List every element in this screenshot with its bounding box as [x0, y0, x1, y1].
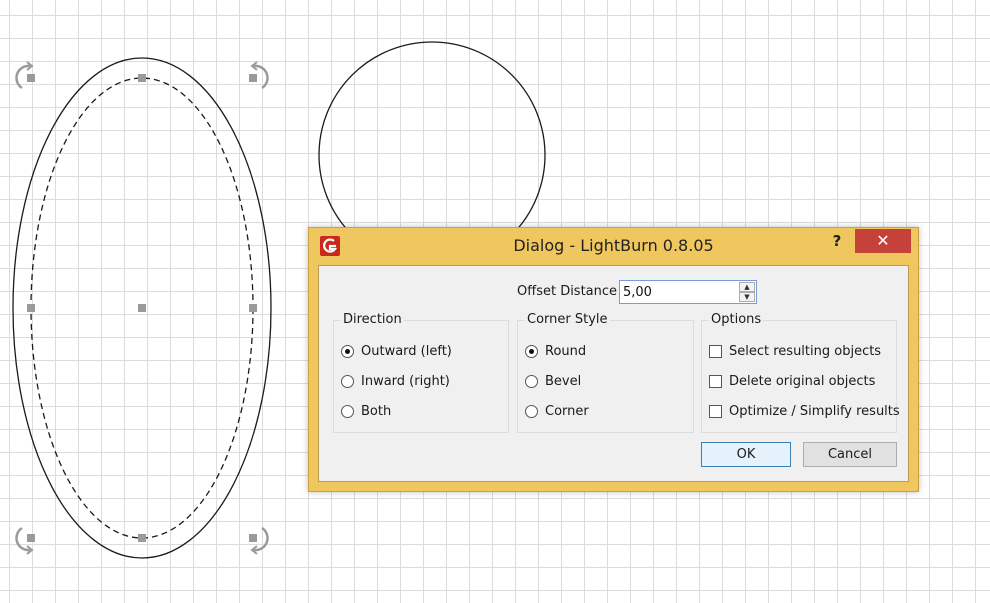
rotate-handle-icon[interactable] [15, 61, 35, 90]
spin-up-icon[interactable]: ▲ [739, 282, 755, 292]
checkbox-label: Select resulting objects [729, 344, 882, 359]
offset-distance-label: Offset Distance [517, 284, 618, 299]
checkbox-label: Optimize / Simplify results [729, 404, 900, 419]
direction-group: Direction Outward (left) Inward (right) … [333, 312, 509, 433]
checkbox[interactable] [709, 405, 722, 418]
resize-handle-icon[interactable] [138, 74, 146, 82]
radio-button[interactable] [341, 405, 354, 418]
rotate-handle-icon[interactable] [249, 61, 269, 90]
radio-button[interactable] [525, 405, 538, 418]
help-button[interactable]: ? [823, 232, 851, 254]
cancel-button[interactable]: Cancel [803, 442, 897, 467]
offset-distance-input[interactable] [620, 281, 738, 303]
radio-label: Bevel [545, 374, 582, 389]
offset-dialog: Dialog - LightBurn 0.8.05 ? ✕ Offset Dis… [308, 227, 919, 492]
direction-group-title: Direction [341, 312, 404, 327]
radio-button[interactable] [341, 375, 354, 388]
radio-label: Both [361, 404, 392, 419]
checkbox[interactable] [709, 345, 722, 358]
radio-label: Inward (right) [361, 374, 450, 389]
radio-button[interactable] [525, 375, 538, 388]
spin-down-icon[interactable]: ▼ [739, 292, 755, 302]
radio-button[interactable] [341, 345, 354, 358]
resize-handle-icon[interactable] [249, 304, 257, 312]
radio-label: Outward (left) [361, 344, 452, 359]
options-group: Options Select resulting objects Delete … [701, 312, 900, 433]
corner-style-group: Corner Style Round Bevel Corner [517, 312, 694, 433]
checkbox-label: Delete original objects [729, 374, 876, 389]
radio-label: Round [545, 344, 587, 359]
offset-distance-spinbox[interactable]: ▲ ▼ [619, 280, 757, 304]
resize-handle-icon[interactable] [27, 304, 35, 312]
radio-label: Corner [545, 404, 589, 419]
ok-button[interactable]: OK [701, 442, 791, 467]
resize-handle-icon[interactable] [138, 304, 146, 312]
rotate-handle-icon[interactable] [249, 526, 269, 555]
close-button[interactable]: ✕ [855, 229, 911, 253]
dialog-client-area: Offset Distance ▲ ▼ Direction Outward (l… [318, 265, 909, 482]
checkbox[interactable] [709, 375, 722, 388]
radio-button[interactable] [525, 345, 538, 358]
dialog-titlebar[interactable]: Dialog - LightBurn 0.8.05 ? ✕ [309, 228, 918, 262]
corner-style-group-title: Corner Style [525, 312, 610, 327]
rotate-handle-icon[interactable] [15, 526, 35, 555]
resize-handle-icon[interactable] [138, 534, 146, 542]
options-group-title: Options [709, 312, 764, 327]
